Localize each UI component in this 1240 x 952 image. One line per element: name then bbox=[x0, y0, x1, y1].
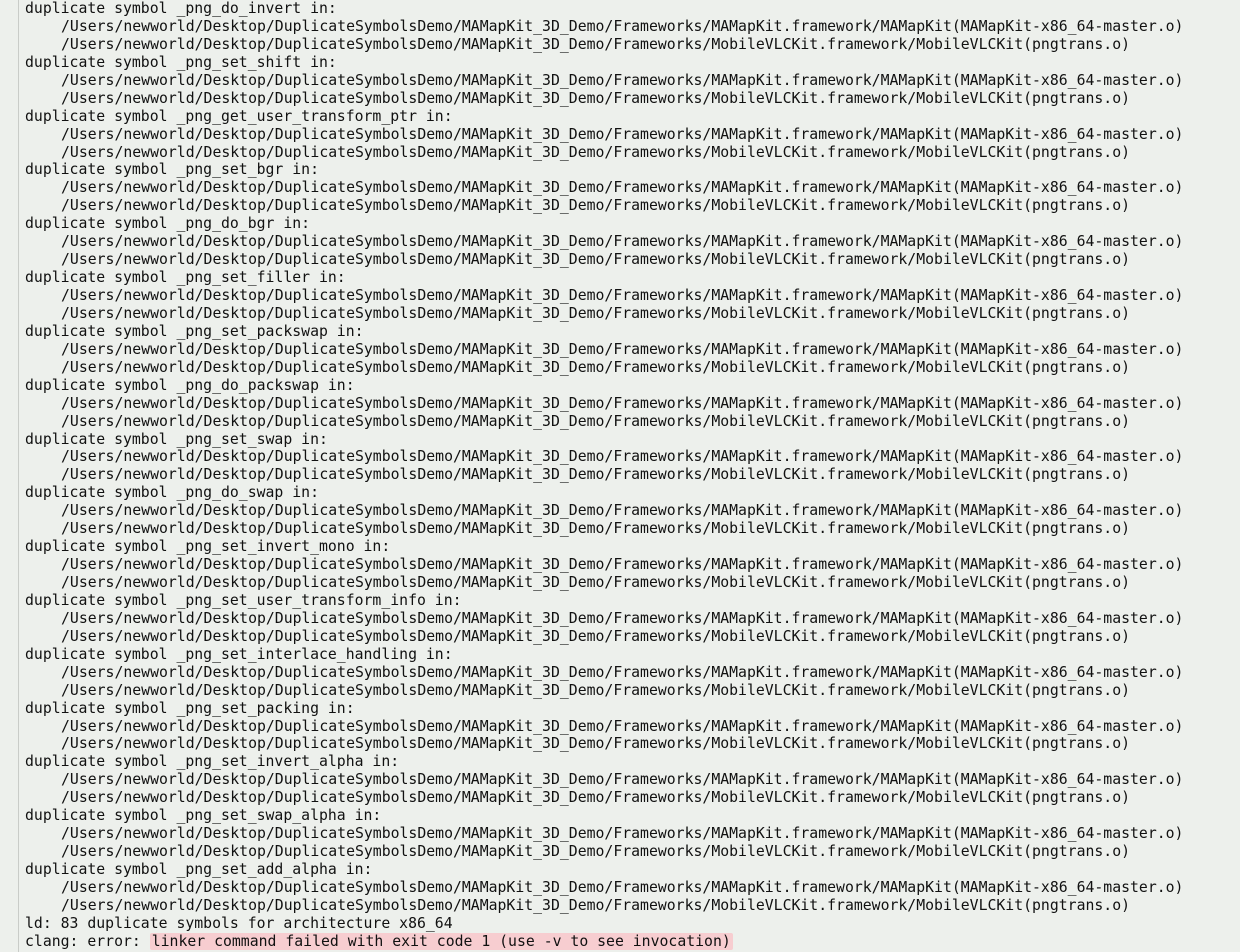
object-file-path-line: /Users/newworld/Desktop/DuplicateSymbols… bbox=[61, 197, 1131, 215]
object-file-path-line: /Users/newworld/Desktop/DuplicateSymbols… bbox=[61, 466, 1131, 484]
object-file-path-line: /Users/newworld/Desktop/DuplicateSymbols… bbox=[61, 448, 1184, 466]
clang-error-prefix: clang: error: bbox=[25, 932, 150, 950]
duplicate-symbol-line: duplicate symbol _png_do_bgr in: bbox=[25, 215, 311, 233]
object-file-path-line: /Users/newworld/Desktop/DuplicateSymbols… bbox=[61, 233, 1184, 251]
object-file-path-line: /Users/newworld/Desktop/DuplicateSymbols… bbox=[61, 71, 1184, 89]
duplicate-symbol-line: duplicate symbol _png_set_interlace_hand… bbox=[25, 645, 453, 663]
object-file-path-line: /Users/newworld/Desktop/DuplicateSymbols… bbox=[61, 287, 1184, 304]
object-file-path-line: /Users/newworld/Desktop/DuplicateSymbols… bbox=[61, 609, 1184, 627]
duplicate-symbol-line: duplicate symbol _png_set_invert_mono in… bbox=[25, 538, 391, 556]
duplicate-symbol-line: duplicate symbol _png_do_packswap in: bbox=[25, 376, 355, 394]
object-file-path-line: /Users/newworld/Desktop/DuplicateSymbols… bbox=[61, 412, 1131, 430]
duplicate-symbol-line: duplicate symbol _png_set_user_transform… bbox=[25, 591, 462, 609]
linker-error-message[interactable]: linker command failed with exit code 1 (… bbox=[149, 932, 733, 950]
clang-error-line: clang: error: linker command failed with… bbox=[25, 932, 1240, 951]
object-file-path-line: /Users/newworld/Desktop/DuplicateSymbols… bbox=[61, 896, 1131, 914]
object-file-path-line: /Users/newworld/Desktop/DuplicateSymbols… bbox=[61, 304, 1131, 322]
duplicate-symbol-line: duplicate symbol _png_set_packing in: bbox=[25, 699, 355, 717]
object-file-path-line: /Users/newworld/Desktop/DuplicateSymbols… bbox=[61, 502, 1184, 520]
build-log-pane[interactable]: duplicate symbol _png_do_invert in:/User… bbox=[0, 0, 1240, 952]
object-file-path-line: /Users/newworld/Desktop/DuplicateSymbols… bbox=[61, 520, 1131, 538]
object-file-path-line: /Users/newworld/Desktop/DuplicateSymbols… bbox=[61, 878, 1184, 896]
object-file-path-line: /Users/newworld/Desktop/DuplicateSymbols… bbox=[61, 843, 1131, 861]
object-file-path-line: /Users/newworld/Desktop/DuplicateSymbols… bbox=[61, 358, 1131, 376]
object-file-path-line: /Users/newworld/Desktop/DuplicateSymbols… bbox=[61, 17, 1184, 35]
object-file-path-line: /Users/newworld/Desktop/DuplicateSymbols… bbox=[61, 251, 1131, 269]
object-file-path-line: /Users/newworld/Desktop/DuplicateSymbols… bbox=[61, 340, 1184, 358]
object-file-path-line: /Users/newworld/Desktop/DuplicateSymbols… bbox=[61, 143, 1131, 161]
object-file-path-line: /Users/newworld/Desktop/DuplicateSymbols… bbox=[61, 771, 1184, 789]
duplicate-symbol-line: duplicate symbol _png_set_invert_alpha i… bbox=[25, 753, 400, 771]
duplicate-symbol-line: duplicate symbol _png_set_packswap in: bbox=[25, 322, 364, 340]
object-file-path-line: /Users/newworld/Desktop/DuplicateSymbols… bbox=[61, 789, 1131, 807]
duplicate-symbol-line: duplicate symbol _png_do_invert in: bbox=[25, 0, 337, 17]
object-file-path-line: /Users/newworld/Desktop/DuplicateSymbols… bbox=[61, 556, 1184, 574]
linker-summary-line: ld: 83 duplicate symbols for architectur… bbox=[25, 914, 453, 932]
object-file-path-line: /Users/newworld/Desktop/DuplicateSymbols… bbox=[61, 717, 1184, 735]
object-file-path-line: /Users/newworld/Desktop/DuplicateSymbols… bbox=[61, 825, 1184, 843]
object-file-path-line: /Users/newworld/Desktop/DuplicateSymbols… bbox=[61, 35, 1131, 53]
object-file-path-line: /Users/newworld/Desktop/DuplicateSymbols… bbox=[61, 179, 1184, 197]
duplicate-symbol-line: duplicate symbol _png_set_filler in: bbox=[25, 269, 346, 287]
duplicate-symbol-line: duplicate symbol _png_set_bgr in: bbox=[25, 161, 319, 179]
duplicate-symbol-line: duplicate symbol _png_set_add_alpha in: bbox=[25, 861, 373, 878]
object-file-path-line: /Users/newworld/Desktop/DuplicateSymbols… bbox=[61, 627, 1131, 645]
duplicate-symbol-line: duplicate symbol _png_set_swap in: bbox=[25, 430, 328, 448]
duplicate-symbol-line: duplicate symbol _png_set_swap_alpha in: bbox=[25, 807, 382, 825]
duplicate-symbol-line: duplicate symbol _png_get_user_transform… bbox=[25, 107, 453, 125]
object-file-path-line: /Users/newworld/Desktop/DuplicateSymbols… bbox=[61, 574, 1131, 591]
object-file-path-line: /Users/newworld/Desktop/DuplicateSymbols… bbox=[61, 735, 1131, 753]
gutter-divider bbox=[18, 0, 19, 952]
object-file-path-line: /Users/newworld/Desktop/DuplicateSymbols… bbox=[61, 663, 1184, 681]
build-log-lines: duplicate symbol _png_do_invert in:/User… bbox=[25, 0, 1240, 951]
object-file-path-line: /Users/newworld/Desktop/DuplicateSymbols… bbox=[61, 125, 1184, 143]
duplicate-symbol-line: duplicate symbol _png_set_shift in: bbox=[25, 53, 337, 71]
object-file-path-line: /Users/newworld/Desktop/DuplicateSymbols… bbox=[61, 394, 1184, 412]
object-file-path-line: /Users/newworld/Desktop/DuplicateSymbols… bbox=[61, 89, 1131, 107]
duplicate-symbol-line: duplicate symbol _png_do_swap in: bbox=[25, 484, 319, 502]
object-file-path-line: /Users/newworld/Desktop/DuplicateSymbols… bbox=[61, 681, 1131, 699]
